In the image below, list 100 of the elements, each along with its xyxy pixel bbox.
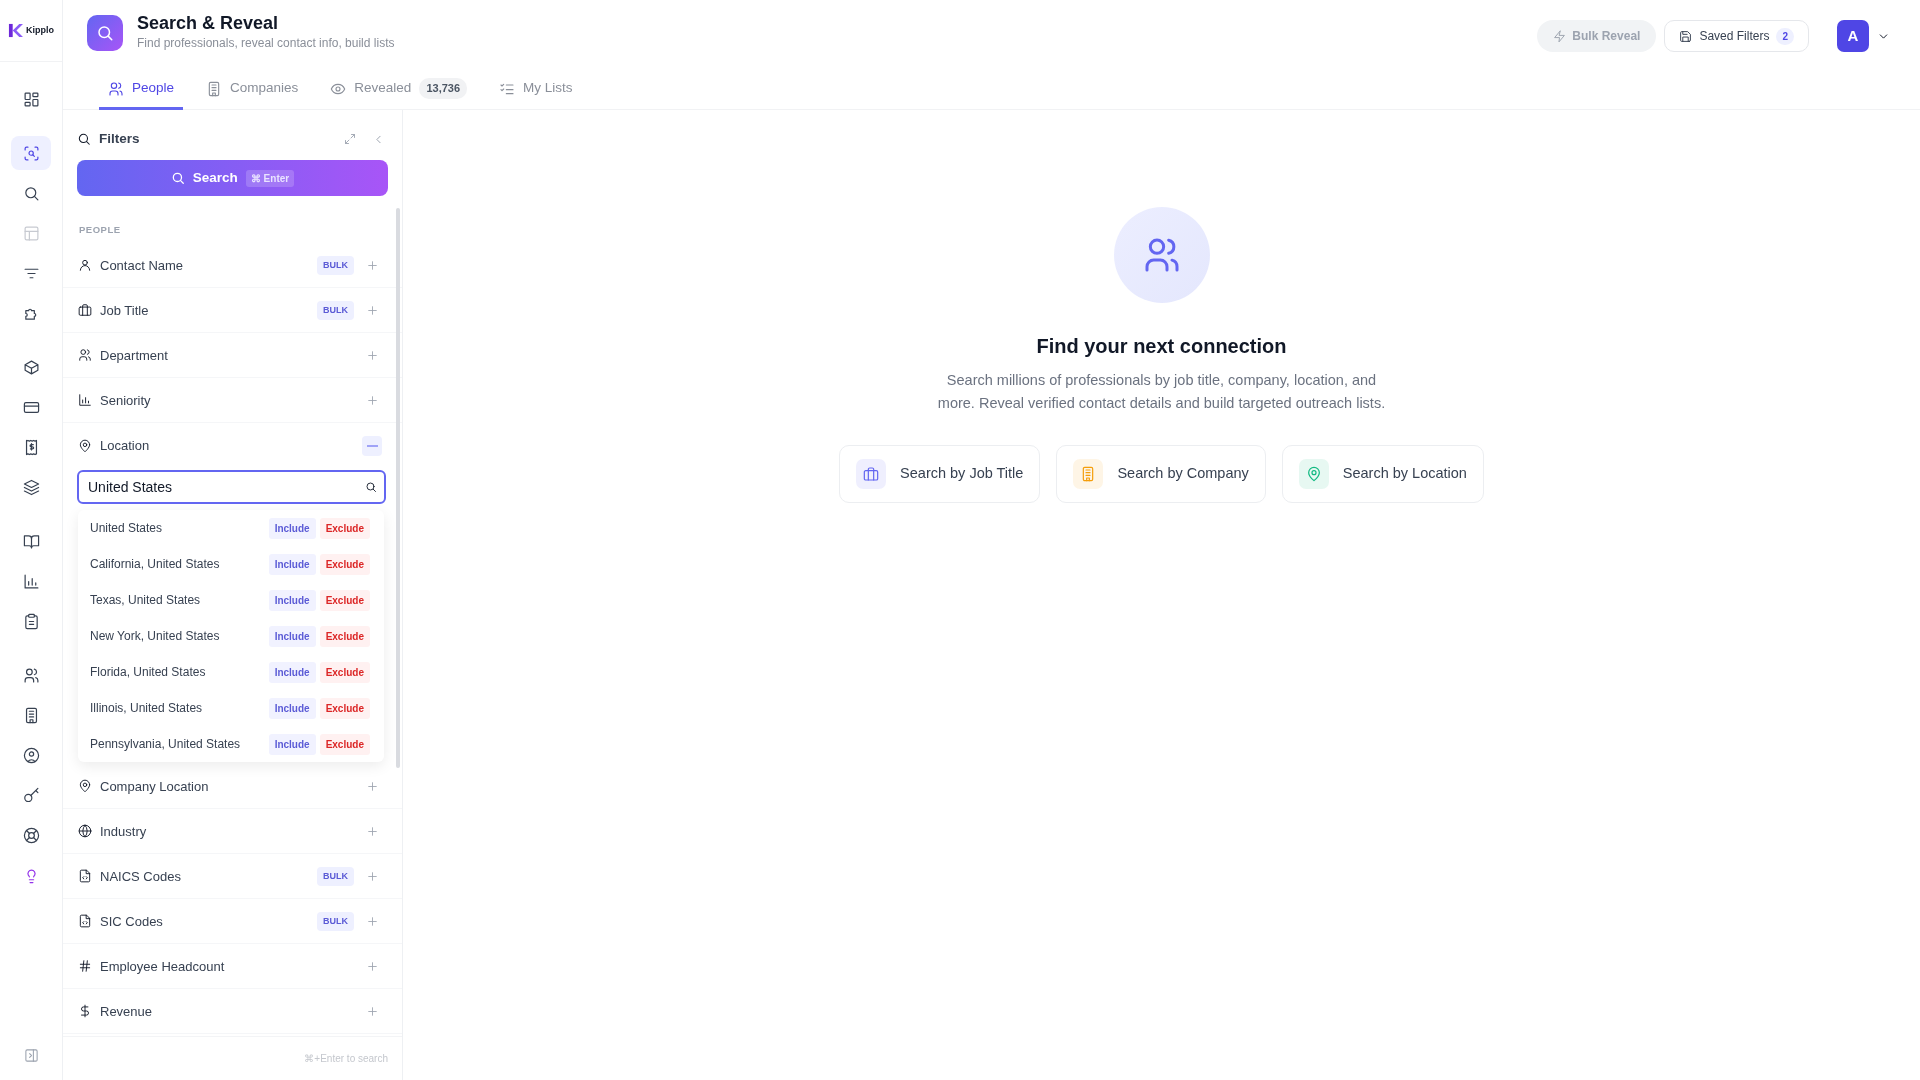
filter-label: NAICS Codes (100, 867, 182, 886)
key-icon (22, 786, 40, 804)
layers-icon (22, 478, 40, 496)
map-pin-icon (1305, 466, 1322, 482)
briefcase-icon (78, 303, 92, 318)
panel-icon (23, 1047, 39, 1063)
collapse-button[interactable] (362, 435, 382, 456)
search-icon (365, 481, 377, 494)
option-label: California, United States (90, 556, 221, 574)
bulk-badge: BULK (317, 911, 354, 931)
search-icon (170, 171, 185, 185)
filter-label: Job Title (100, 301, 150, 320)
dashboard-icon (22, 90, 40, 108)
include-button[interactable]: Include (268, 517, 316, 539)
filter-label: Company Location (100, 777, 210, 796)
plus-icon (365, 303, 379, 317)
globe-icon (78, 824, 92, 839)
hash-icon (78, 959, 92, 974)
option-label: Pennsylvania, United States (90, 736, 242, 754)
empty-state-title: Find your next connection (1036, 334, 1287, 359)
saved-filters-button[interactable]: Saved Filters 2 (1664, 20, 1809, 52)
filter-label: Employee Headcount (100, 957, 226, 976)
tab[interactable]: People (99, 70, 184, 110)
scrollbar[interactable] (396, 208, 400, 768)
plus-icon (365, 393, 379, 407)
tab[interactable]: Revealed 13,736 (321, 70, 477, 110)
quick-search-button[interactable]: Search by Company (1056, 445, 1266, 503)
bulk-badge: BULK (317, 255, 354, 275)
filter-label: SIC Codes (100, 912, 164, 931)
expand-icon (344, 133, 356, 145)
filter-label: Location (100, 437, 151, 455)
count-badge: 2 (1776, 27, 1794, 45)
count-badge: 13,736 (419, 78, 468, 99)
avatar[interactable]: A (1837, 20, 1869, 52)
filter-label: Industry (100, 822, 148, 841)
map-pin-icon (78, 438, 92, 453)
option-label: Illinois, United States (90, 700, 204, 718)
users-icon (22, 666, 40, 684)
scan-icon (22, 144, 40, 162)
search-field[interactable]: United States (77, 470, 386, 505)
option-label: New York, United States (90, 628, 221, 646)
briefcase-icon (863, 466, 880, 482)
exclude-button[interactable]: Exclude (319, 733, 370, 755)
search-icon (77, 132, 91, 146)
include-button[interactable]: Include (268, 733, 316, 755)
logo-icon (8, 23, 23, 38)
box-icon (22, 358, 40, 376)
plus-icon (365, 914, 379, 928)
plus-icon (365, 959, 379, 973)
person-icon (78, 258, 92, 273)
plus-icon (365, 348, 379, 362)
bar-chart-icon (22, 572, 40, 590)
include-button[interactable]: Include (268, 661, 316, 683)
search-button[interactable]: Search ⌘ Enter (77, 160, 388, 196)
exclude-button[interactable]: Exclude (319, 589, 370, 611)
clipboard-icon (22, 612, 40, 630)
file-code-icon (78, 869, 92, 884)
include-button[interactable]: Include (268, 625, 316, 647)
filter-label: Contact Name (100, 256, 185, 275)
option-label: United States (90, 520, 164, 538)
tab[interactable]: Companies (197, 70, 308, 110)
exclude-button[interactable]: Exclude (319, 697, 370, 719)
exclude-button[interactable]: Exclude (319, 553, 370, 575)
plus-icon (365, 869, 379, 883)
lifebuoy-icon (22, 826, 40, 844)
lightning-icon (1553, 29, 1567, 43)
page-icon (87, 15, 123, 51)
include-button[interactable]: Include (268, 553, 316, 575)
filter-label: Department (100, 346, 169, 365)
filter-label: Revenue (100, 1002, 154, 1021)
exclude-button[interactable]: Exclude (319, 625, 370, 647)
bulk-badge: BULK (317, 300, 354, 320)
quick-search-button[interactable]: Search by Job Title (839, 445, 1041, 503)
minus-icon (366, 444, 378, 447)
exclude-button[interactable]: Exclude (319, 661, 370, 683)
tab[interactable]: My Lists (490, 70, 582, 110)
filter-label: Seniority (100, 391, 152, 410)
bulk-badge: BULK (317, 866, 354, 886)
section-label: PEOPLE (78, 223, 122, 237)
exclude-button[interactable]: Exclude (319, 517, 370, 539)
user-circle-icon (22, 746, 40, 764)
page-subtitle: Find professionals, reveal contact info, build lists (137, 34, 395, 52)
plus-icon (365, 258, 379, 272)
shortcut-hint: ⌘ Enter (245, 169, 295, 187)
map-pin-icon (78, 779, 92, 794)
logo-text: Kipplo (26, 23, 54, 37)
option-label: Texas, United States (90, 592, 202, 610)
book-icon (22, 532, 40, 550)
panel-title: Filters (99, 129, 141, 148)
table-icon (22, 224, 40, 242)
include-button[interactable]: Include (268, 697, 316, 719)
option-label: Florida, United States (90, 664, 207, 682)
plus-icon (365, 779, 379, 793)
search-icon (22, 184, 40, 202)
empty-state-text: Search millions of professionals by job title, company, location, and more. Reveal verified contact details and build targeted outreach lists. (936, 371, 1387, 413)
quick-search-button[interactable]: Search by Location (1281, 445, 1484, 503)
page-title: Search & Reveal (137, 14, 280, 34)
save-icon (1679, 29, 1693, 43)
include-button[interactable]: Include (268, 589, 316, 611)
dollar-icon (78, 1004, 92, 1019)
